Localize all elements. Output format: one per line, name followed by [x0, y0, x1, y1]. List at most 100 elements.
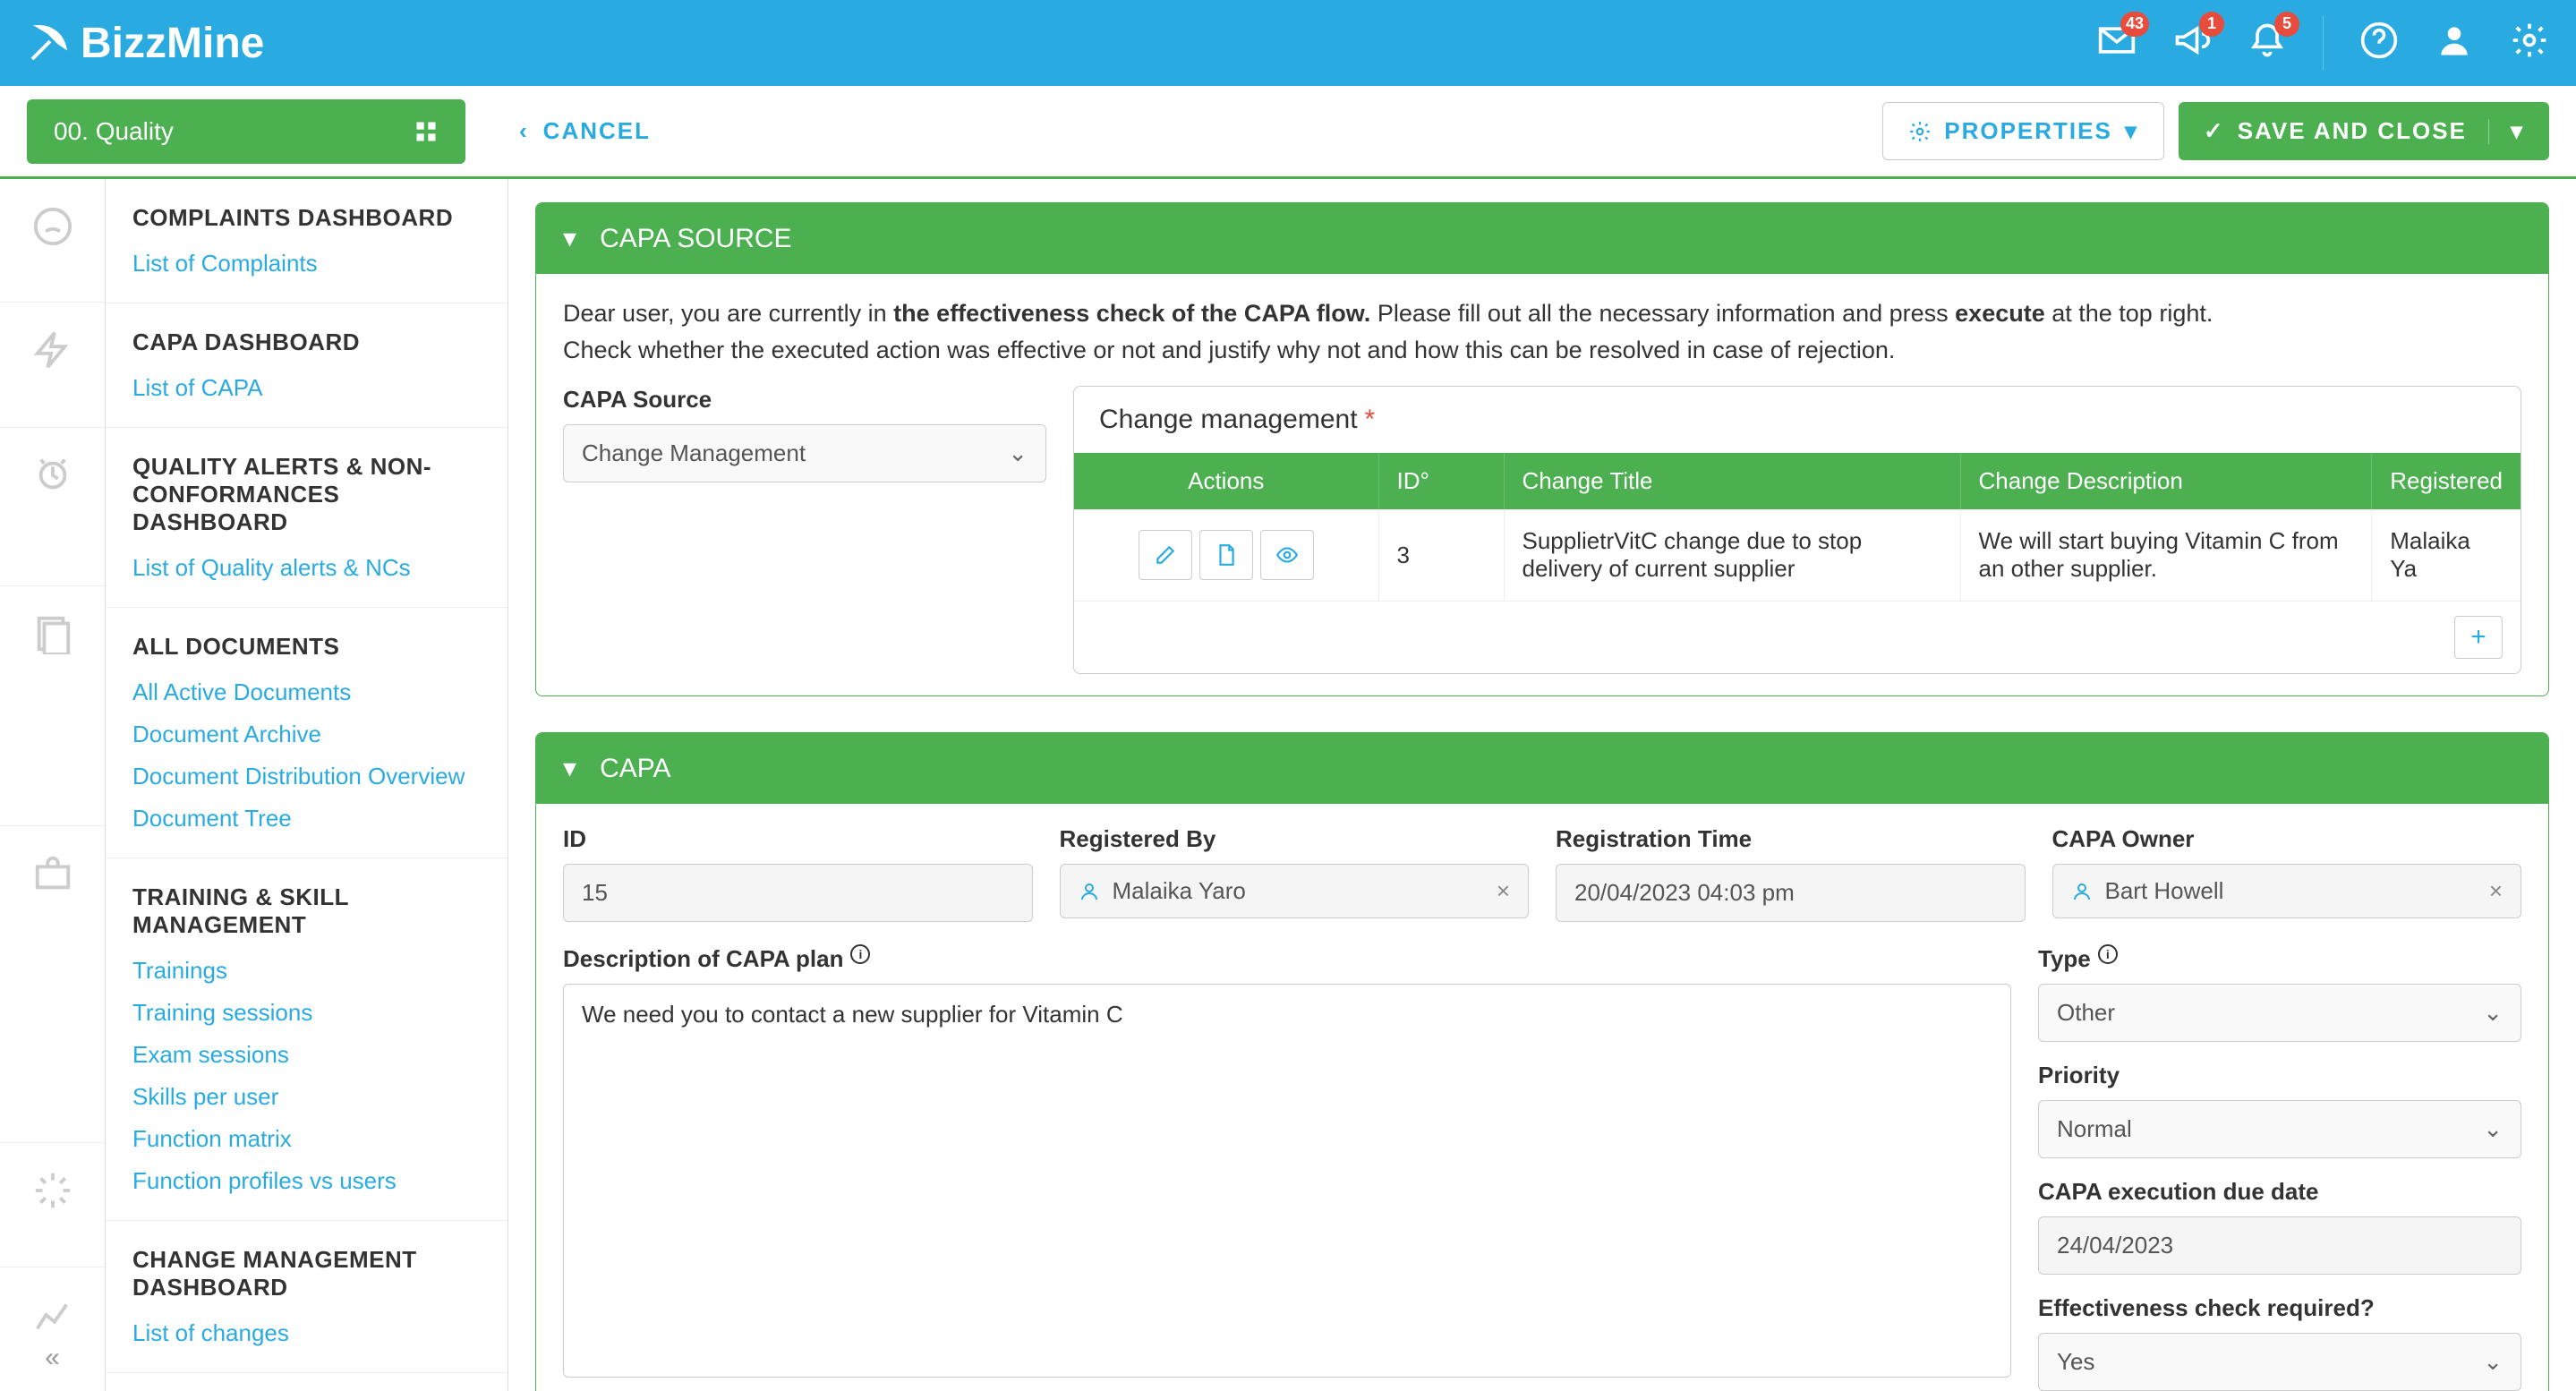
- capa-left: Description of CAPA plan i We need you t…: [563, 945, 2011, 1391]
- panel-body: ID 15 Registered By Malaika Yaro × Regis…: [536, 804, 2548, 1391]
- priority-select[interactable]: Normal ⌄: [2038, 1100, 2521, 1158]
- mail-icon[interactable]: 43: [2097, 21, 2137, 66]
- divider: [2488, 119, 2489, 144]
- priority-field: Priority Normal ⌄: [2038, 1062, 2521, 1158]
- required-marker: *: [1365, 405, 1376, 434]
- help-icon[interactable]: [2359, 21, 2399, 66]
- intro-line2: Check whether the executed action was ef…: [563, 337, 1895, 363]
- capa-panel: ▾ CAPA ID 15 Registered By Malaika Yaro …: [535, 732, 2549, 1391]
- logo: BizzMine: [27, 19, 264, 68]
- type-value: Other: [2057, 999, 2115, 1027]
- chevron-down-icon: ⌄: [1008, 439, 1028, 467]
- sidebar-link[interactable]: List of Quality alerts & NCs: [132, 554, 481, 582]
- sidebar-section: CHANGE MANAGEMENT DASHBOARD List of chan…: [106, 1221, 508, 1373]
- sidebar-link[interactable]: Document Archive: [132, 721, 481, 748]
- type-select[interactable]: Other ⌄: [2038, 984, 2521, 1042]
- info-icon[interactable]: i: [850, 944, 870, 964]
- sidebar-link[interactable]: All Active Documents: [132, 678, 481, 706]
- chevron-down-icon: ▾: [563, 223, 576, 254]
- sidebar-link[interactable]: Skills per user: [132, 1083, 481, 1111]
- chevron-down-icon: ⌄: [2483, 1115, 2503, 1143]
- quality-dropdown[interactable]: 00. Quality: [27, 99, 465, 164]
- save-button[interactable]: ✓ SAVE AND CLOSE ▾: [2179, 102, 2549, 160]
- sidebar-link[interactable]: Function profiles vs users: [132, 1167, 481, 1195]
- document-button[interactable]: [1199, 530, 1253, 580]
- th-reg: Registered: [2372, 453, 2521, 509]
- regby-value: Malaika Yaro: [1113, 877, 1246, 905]
- sidebar-link[interactable]: Training sessions: [132, 999, 481, 1027]
- capa-source-header[interactable]: ▾ CAPA SOURCE: [536, 203, 2548, 274]
- announce-badge: 1: [2199, 12, 2224, 37]
- user-icon: [2071, 881, 2093, 902]
- sidebar-link[interactable]: Exam sessions: [132, 1041, 481, 1069]
- sidebar-link[interactable]: List of CAPA: [132, 374, 481, 402]
- sidebar-link[interactable]: Document Tree: [132, 805, 481, 832]
- row-actions: [1092, 530, 1361, 580]
- collapse-rail-button[interactable]: «: [45, 1343, 60, 1373]
- linked-change-box: Change management* Actions ID° Change Ti…: [1073, 386, 2521, 674]
- view-button[interactable]: [1260, 530, 1314, 580]
- regby-field: Registered By Malaika Yaro ×: [1060, 825, 1530, 922]
- info-icon[interactable]: i: [2098, 944, 2118, 964]
- rail-documents-icon[interactable]: [0, 586, 105, 826]
- regtime-field: Registration Time 20/04/2023 04:03 pm: [1556, 825, 2026, 922]
- chevron-down-icon: ⌄: [2483, 1348, 2503, 1376]
- check-icon: ✓: [2204, 117, 2225, 145]
- bell-badge: 5: [2274, 12, 2299, 37]
- save-label: SAVE AND CLOSE: [2238, 117, 2467, 145]
- owner-chip[interactable]: Bart Howell ×: [2052, 864, 2522, 918]
- megaphone-icon[interactable]: 1: [2172, 21, 2212, 66]
- edit-button[interactable]: [1139, 530, 1192, 580]
- sidebar-link[interactable]: Document Distribution Overview: [132, 763, 481, 790]
- intro-part: at the top right.: [2045, 300, 2213, 327]
- sidebar-link[interactable]: Function matrix: [132, 1125, 481, 1153]
- properties-button[interactable]: PROPERTIES ▾: [1882, 102, 2164, 160]
- main-content: ▾ CAPA SOURCE Dear user, you are current…: [508, 179, 2576, 1391]
- type-label: Type i: [2038, 945, 2521, 973]
- rail-capa-icon[interactable]: [0, 303, 105, 428]
- owner-field: CAPA Owner Bart Howell ×: [2052, 825, 2522, 922]
- regby-label: Registered By: [1060, 825, 1530, 853]
- add-button[interactable]: +: [2454, 616, 2503, 659]
- duedate-field: CAPA execution due date 24/04/2023: [2038, 1178, 2521, 1275]
- chevron-down-icon: ▾: [2511, 117, 2524, 145]
- sidebar-link[interactable]: Trainings: [132, 957, 481, 985]
- rail-training-icon[interactable]: [0, 826, 105, 1144]
- duedate-input[interactable]: 24/04/2023: [2038, 1216, 2521, 1275]
- cancel-button[interactable]: ‹ CANCEL: [519, 117, 651, 145]
- sidebar-heading: TRAINING & SKILL MANAGEMENT: [132, 883, 481, 939]
- id-field: ID 15: [563, 825, 1033, 922]
- logo-text: BizzMine: [81, 19, 264, 68]
- sidebar-link[interactable]: List of changes: [132, 1319, 481, 1347]
- effreq-value: Yes: [2057, 1348, 2094, 1376]
- remove-icon[interactable]: ×: [2489, 877, 2503, 905]
- rail-complaints-icon[interactable]: [0, 179, 105, 303]
- panel-title: CAPA SOURCE: [600, 224, 792, 254]
- remove-icon[interactable]: ×: [1497, 877, 1510, 905]
- intro-part: Dear user, you are currently in: [563, 300, 893, 327]
- source-select[interactable]: Change Management ⌄: [563, 424, 1046, 482]
- effreq-select[interactable]: Yes ⌄: [2038, 1333, 2521, 1391]
- rail-change-icon[interactable]: [0, 1143, 105, 1267]
- bell-icon[interactable]: 5: [2248, 21, 2287, 66]
- rail-alerts-icon[interactable]: [0, 428, 105, 585]
- regby-chip[interactable]: Malaika Yaro ×: [1060, 864, 1530, 918]
- desc-textarea[interactable]: We need you to contact a new supplier fo…: [563, 984, 2011, 1378]
- table-row: 3 SupplietrVitC change due to stop deliv…: [1074, 509, 2521, 602]
- sidebar-section: AUDITS DASHBOARD List of Audits: [106, 1373, 508, 1391]
- chevron-down-icon: ⌄: [2483, 999, 2503, 1027]
- owner-label: CAPA Owner: [2052, 825, 2522, 853]
- panel-title: CAPA: [600, 754, 670, 784]
- sidebar-link[interactable]: List of Complaints: [132, 250, 481, 277]
- user-icon[interactable]: [2435, 21, 2474, 66]
- regtime-label: Registration Time: [1556, 825, 2026, 853]
- capa-header[interactable]: ▾ CAPA: [536, 733, 2548, 804]
- capa-form: Description of CAPA plan i We need you t…: [563, 945, 2521, 1391]
- properties-label: PROPERTIES: [1944, 117, 2112, 145]
- chevron-down-icon: ▾: [2125, 117, 2138, 145]
- right-buttons: PROPERTIES ▾ ✓ SAVE AND CLOSE ▾: [1882, 102, 2576, 160]
- gear-icon[interactable]: [2510, 21, 2549, 66]
- user-icon: [1079, 881, 1100, 902]
- sidebar: COMPLAINTS DASHBOARD List of Complaints …: [106, 179, 508, 1391]
- sidebar-section: QUALITY ALERTS & NON-CONFORMANCES DASHBO…: [106, 428, 508, 608]
